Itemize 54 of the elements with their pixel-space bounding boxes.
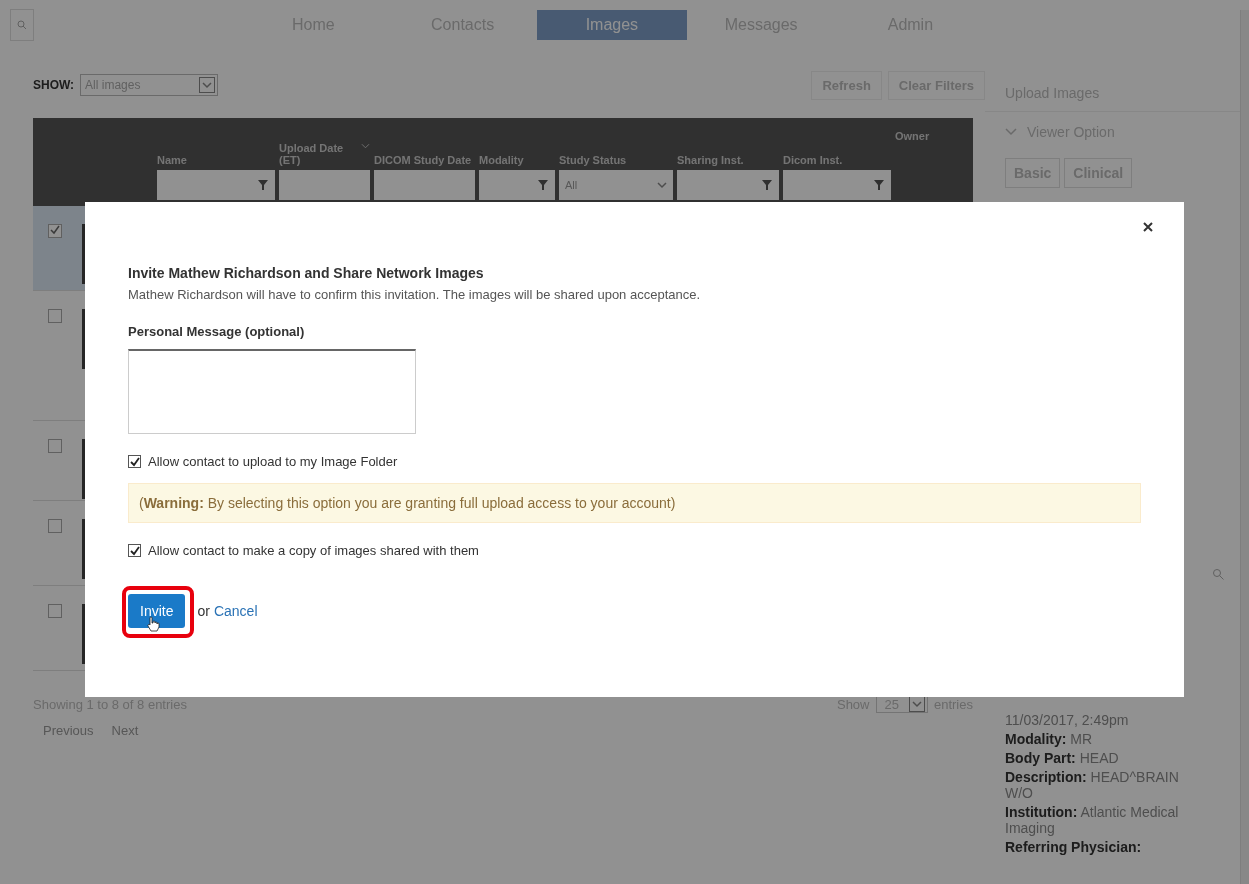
column-header[interactable]: Dicom Inst.	[783, 154, 891, 166]
detail-text: Modality: MR	[1005, 731, 1094, 747]
detail-text: Body Part: HEAD	[1005, 750, 1120, 766]
search-icon[interactable]	[1212, 568, 1224, 580]
column-header[interactable]: Upload Date (ET)	[279, 142, 370, 166]
filter-icon[interactable]	[257, 179, 269, 191]
search-button[interactable]	[10, 9, 34, 41]
filter-field[interactable]	[783, 170, 891, 200]
dialog-subtitle: Mathew Richardson will have to confirm this invitation. The images will be shared upon acceptance.	[128, 287, 702, 302]
caret-icon	[202, 81, 213, 89]
caret-icon	[911, 700, 922, 708]
row-checkbox[interactable]	[48, 224, 62, 238]
hand-cursor-icon	[146, 616, 160, 632]
cancel-link[interactable]: Cancel	[213, 603, 258, 619]
column-header[interactable]: Modality	[479, 154, 555, 166]
dialog-title: Invite Mathew Richardson and Share Network Images	[128, 265, 485, 281]
checkbox[interactable]	[128, 544, 141, 557]
checkbox-label: Allow contact to upload to my Image Folder	[148, 454, 398, 469]
filter-field[interactable]	[157, 170, 275, 200]
column-header[interactable]: Sharing Inst.	[677, 154, 779, 166]
row-checkbox[interactable]	[48, 519, 62, 533]
filter-field[interactable]	[677, 170, 779, 200]
column-header[interactable]: Owner	[895, 130, 969, 142]
close-icon	[1143, 222, 1153, 232]
message-field[interactable]	[128, 349, 416, 434]
filter-field[interactable]	[374, 170, 475, 200]
filter-icon[interactable]	[761, 179, 773, 191]
filter-field[interactable]	[479, 170, 555, 200]
filter-icon[interactable]	[537, 179, 549, 191]
row-checkbox[interactable]	[48, 309, 62, 323]
column-header[interactable]: Study Status	[559, 154, 673, 166]
column-header[interactable]: Name	[157, 154, 275, 166]
pagination-link[interactable]: Previous	[43, 723, 94, 738]
invite-button[interactable]: Invite	[128, 594, 186, 628]
detail-text: Referring Physician:	[1005, 839, 1143, 855]
pagination-link[interactable]: Next	[111, 723, 139, 738]
status-select[interactable]: All	[559, 170, 673, 200]
row-checkbox[interactable]	[48, 439, 62, 453]
nav-tab[interactable]: Images	[537, 10, 687, 40]
detail-text: 11/03/2017, 2:49pm	[1005, 712, 1130, 728]
checkbox[interactable]	[128, 455, 141, 468]
warning-message: (Warning: By selecting this option you are granting full upload access to your account)	[128, 483, 1141, 523]
filter-field[interactable]	[279, 170, 370, 200]
or-text: or	[197, 603, 210, 619]
search-icon	[16, 20, 27, 30]
detail-text: Institution: Atlantic Medical Imaging	[1005, 804, 1180, 836]
row-checkbox[interactable]	[48, 604, 62, 618]
checkbox-label: Allow contact to make a copy of images shared with them	[148, 543, 479, 558]
show-label: SHOW:	[33, 78, 75, 92]
caret-icon	[657, 181, 667, 189]
message-label: Personal Message (optional)	[128, 324, 306, 339]
column-header[interactable]: DICOM Study Date	[374, 154, 475, 166]
detail-text: Description: HEAD^BRAIN W/O	[1005, 769, 1180, 801]
filter-icon[interactable]	[873, 179, 885, 191]
